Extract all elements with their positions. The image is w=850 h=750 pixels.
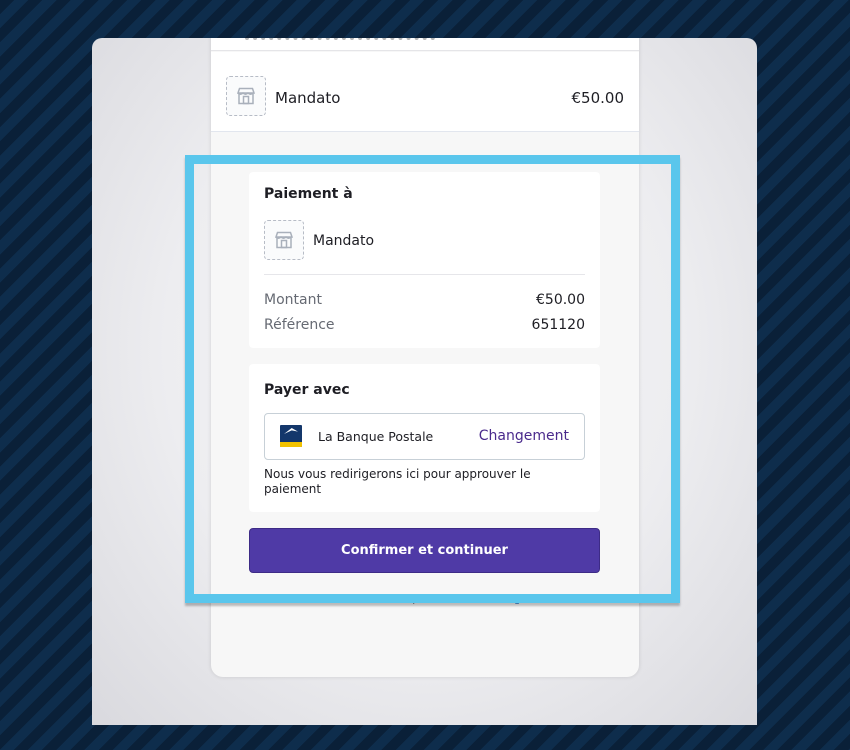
merchant-header: Mandato €50.00 [211, 52, 639, 132]
summary-merchant-name: Mandato [313, 233, 375, 249]
amount-label: Montant [264, 292, 322, 308]
reference-value: 651120 [531, 317, 585, 333]
screenshot-frame: Mandato €50.00 Paiement à Mandato Montan… [92, 38, 757, 725]
merchant-name: Mandato [275, 89, 341, 107]
reference-label: Référence [264, 317, 335, 333]
amount-value: €50.00 [536, 292, 585, 308]
bank-name: La Banque Postale [318, 429, 434, 444]
total-amount: €50.00 [571, 89, 625, 107]
change-bank-link[interactable]: Changement [479, 428, 569, 444]
cropped-top-row [211, 38, 639, 51]
terms-prefix: En continuant, vous acceptez nos [286, 594, 459, 605]
cropped-text [245, 38, 435, 40]
payment-summary-card: Paiement à Mandato Montant €50.00 Référe… [249, 172, 600, 348]
selected-bank[interactable]: La Banque Postale Changement [264, 413, 585, 460]
summary-heading: Paiement à [264, 186, 353, 202]
terms-text: En continuant, vous acceptez nos Conditi… [211, 594, 639, 605]
redirect-note: Nous vous redirigerons ici pour approuve… [264, 467, 531, 496]
confirm-continue-button[interactable]: Confirmer et continuer [249, 528, 600, 573]
pay-with-card: Payer avec La Banque Postale Changement … [249, 364, 600, 512]
terms-link[interactable]: Conditions générales [458, 594, 563, 605]
payment-sheet: Mandato €50.00 Paiement à Mandato Montan… [211, 38, 639, 677]
store-placeholder-icon [264, 220, 304, 260]
pay-with-title: Payer avec [264, 382, 350, 398]
store-placeholder-icon [226, 76, 266, 116]
la-banque-postale-logo-icon [280, 425, 302, 447]
divider [264, 274, 585, 275]
logo-bird [284, 428, 298, 434]
logo-band [280, 442, 302, 447]
